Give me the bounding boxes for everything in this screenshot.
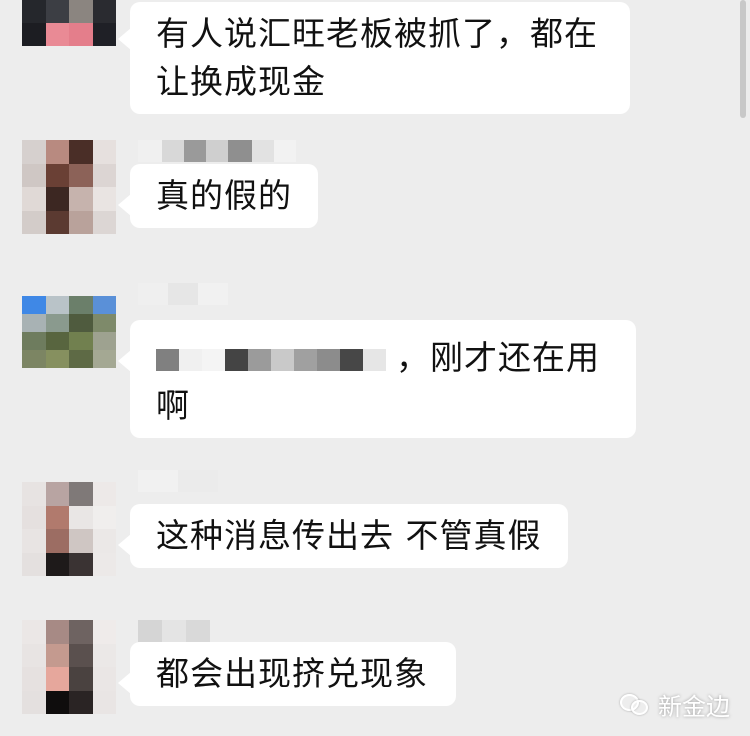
wechat-icon [620,692,650,718]
sender-name-blurred [138,620,210,642]
message-text: 都会出现挤兑现象 [156,654,428,693]
message-bubble[interactable]: 这种消息传出去 不管真假 [118,504,568,568]
message-text: 有人说汇旺老板被抓了，都在让换成现金 [156,14,598,101]
scrollbar[interactable] [740,0,746,118]
watermark: 新金边 [620,687,730,722]
message-bubble[interactable]: 真的假的 [118,164,318,228]
message-bubble[interactable]: 都会出现挤兑现象 [118,642,456,706]
avatar[interactable] [22,140,116,234]
message-text: 这种消息传出去 不管真假 [156,516,542,555]
sender-name-blurred [138,140,296,162]
avatar[interactable] [22,482,116,576]
sender-name-blurred [138,470,218,492]
redacted-text-mosaic [156,348,386,371]
message-bubble[interactable]: 有人说汇旺老板被抓了，都在让换成现金 [118,2,630,114]
avatar[interactable] [22,0,116,46]
watermark-text: 新金边 [658,693,730,721]
avatar[interactable] [22,620,116,714]
sender-name-blurred [138,283,228,305]
message-bubble[interactable]: ，刚才还在用啊 [118,320,636,438]
message-text: 真的假的 [156,176,292,215]
avatar[interactable] [22,296,116,368]
